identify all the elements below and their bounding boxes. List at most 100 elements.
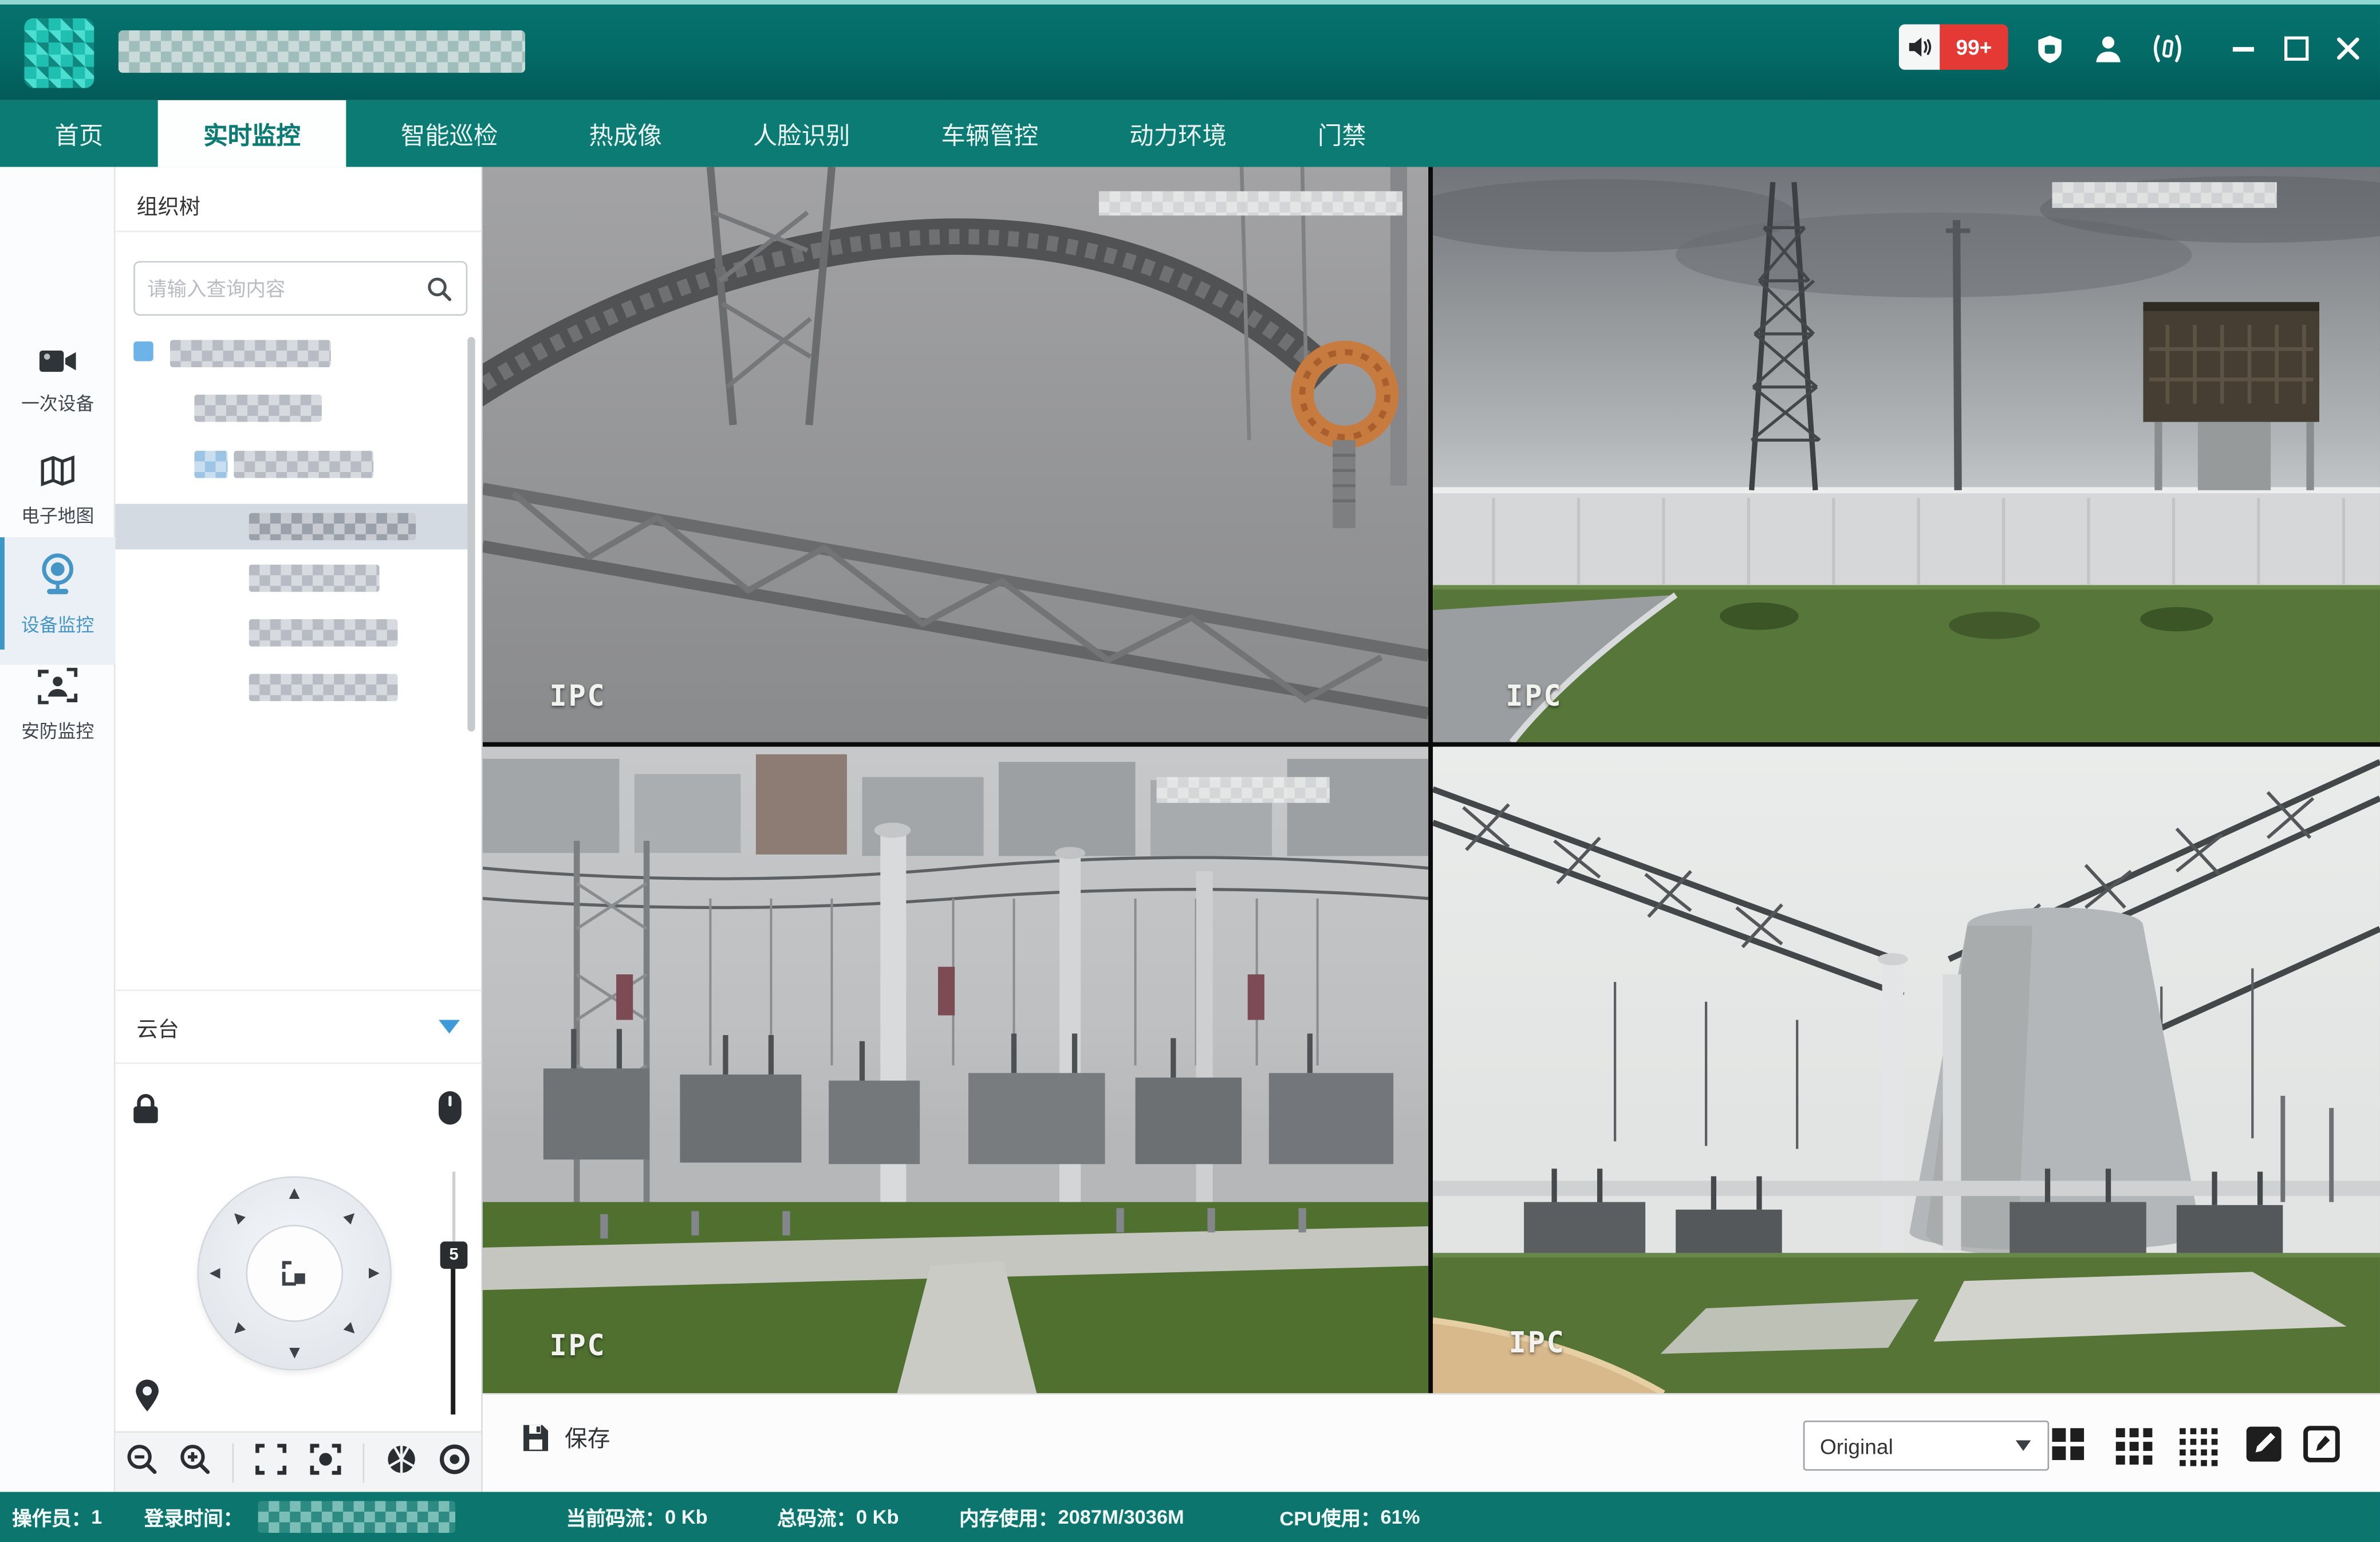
video-footer-toolbar: 保存 Original xyxy=(483,1393,2380,1492)
layout-3x3-button[interactable] xyxy=(2116,1428,2154,1466)
minimize-button[interactable] xyxy=(2228,30,2259,67)
video-camera-icon xyxy=(38,346,77,376)
rail-label: 安防监控 xyxy=(0,718,115,744)
ptz-speed-track-lower[interactable] xyxy=(451,1269,455,1414)
layout-2x2-button[interactable] xyxy=(2052,1428,2085,1461)
active-indicator-bar xyxy=(0,537,5,650)
tab-live-monitoring[interactable]: 实时监控 xyxy=(158,100,346,167)
header-top-strip xyxy=(0,0,2380,5)
rail-label: 一次设备 xyxy=(0,390,115,416)
tree-item[interactable] xyxy=(115,616,470,650)
status-login-time: 登录时间： xyxy=(144,1492,243,1542)
ptz-mouse-icon[interactable] xyxy=(437,1089,463,1134)
tree-label-redacted xyxy=(249,674,398,701)
rail-item-primary-equipment[interactable]: 一次设备 xyxy=(0,337,115,434)
divider xyxy=(115,231,481,233)
user-icon[interactable] xyxy=(2090,30,2127,67)
tab-thermal-imaging[interactable]: 热成像 xyxy=(553,100,698,167)
app-logo xyxy=(24,18,94,88)
video-frame-2 xyxy=(1433,167,2380,742)
webcam-icon xyxy=(38,552,77,597)
tab-home[interactable]: 首页 xyxy=(18,100,140,167)
status-label: 操作员： xyxy=(12,1502,91,1531)
tree-item[interactable] xyxy=(115,561,470,595)
tree-item-root[interactable] xyxy=(115,337,470,370)
rail-label: 设备监控 xyxy=(0,612,115,638)
speaker-icon xyxy=(1899,24,1940,69)
rail-label: 电子地图 xyxy=(0,502,115,528)
stream-scale-dropdown[interactable]: Original xyxy=(1803,1421,2049,1470)
focus-near-icon[interactable] xyxy=(309,1443,341,1483)
rail-item-security-monitoring[interactable]: 安防监控 xyxy=(0,659,115,759)
status-label: 总码流： xyxy=(777,1502,856,1531)
tree-checkbox[interactable] xyxy=(133,341,153,361)
zoom-in-icon[interactable] xyxy=(179,1443,211,1483)
alarm-volume-badge[interactable]: 99+ xyxy=(1899,24,2008,69)
ptz-wheel-center[interactable] xyxy=(246,1225,343,1322)
ptz-speed-track-upper[interactable] xyxy=(452,1171,455,1241)
save-label: 保存 xyxy=(565,1422,610,1454)
tree-label-redacted xyxy=(249,513,416,541)
iris-close-icon[interactable] xyxy=(385,1443,417,1483)
save-button[interactable]: 保存 xyxy=(519,1422,610,1454)
tab-power-environment[interactable]: 动力环境 xyxy=(1093,100,1263,167)
ptz-preset-pin-icon[interactable] xyxy=(133,1378,161,1422)
toolbar-separator xyxy=(233,1443,234,1483)
ptz-speed-handle[interactable]: 5 xyxy=(440,1241,468,1269)
video-tile-2[interactable]: IPC xyxy=(1433,167,2380,742)
fullscreen-button[interactable] xyxy=(2303,1425,2340,1470)
cast-icon[interactable] xyxy=(2149,30,2186,67)
tree-label-redacted xyxy=(194,395,322,422)
tree-item[interactable] xyxy=(115,448,470,481)
ptz-section-title: 云台 xyxy=(137,1014,179,1044)
ptz-collapse-icon[interactable] xyxy=(437,1017,461,1044)
notification-icon[interactable] xyxy=(2031,30,2067,67)
ptz-center-icon xyxy=(281,1260,308,1287)
tab-access-control[interactable]: 门禁 xyxy=(1281,100,1402,167)
video-timestamp-redacted xyxy=(1157,777,1330,803)
search-input[interactable] xyxy=(135,277,427,300)
tab-vehicle-control[interactable]: 车辆管控 xyxy=(905,100,1075,167)
zoom-out-icon[interactable] xyxy=(126,1443,158,1483)
iris-open-icon[interactable] xyxy=(439,1443,471,1483)
video-timestamp-redacted xyxy=(1099,191,1402,215)
video-tile-3[interactable]: IPC xyxy=(483,747,1428,1394)
close-button[interactable] xyxy=(2331,30,2365,67)
tree-item-selected[interactable] xyxy=(115,504,470,549)
focus-far-icon[interactable] xyxy=(255,1443,287,1483)
layout-4x4-button[interactable] xyxy=(2180,1428,2219,1468)
status-value: 61% xyxy=(1381,1505,1420,1528)
ptz-wheel[interactable]: ▲ ▲ ▲ ▲ ▲ ▲ ▲ ▲ xyxy=(198,1176,392,1370)
title-bar: 99+ xyxy=(0,0,2380,100)
video-frame-4 xyxy=(1433,747,2380,1394)
video-tile-1[interactable]: IPC xyxy=(483,167,1428,742)
video-tile-4[interactable]: IPC xyxy=(1433,747,2380,1394)
ptz-speed-value: 5 xyxy=(449,1246,458,1264)
ptz-lock-icon[interactable] xyxy=(131,1093,161,1134)
tree-label-redacted xyxy=(234,451,373,478)
status-value: 0 Kb xyxy=(856,1505,899,1528)
status-label: CPU使用： xyxy=(1279,1502,1380,1531)
tree-icon-redacted xyxy=(194,451,227,478)
status-value: 2087M/3036M xyxy=(1058,1505,1184,1528)
video-frame-1 xyxy=(483,167,1428,742)
main-nav-tabs: 首页 实时监控 智能巡检 热成像 人脸识别 车辆管控 动力环境 门禁 xyxy=(0,100,2380,167)
tree-item[interactable] xyxy=(115,392,470,425)
status-label: 内存使用： xyxy=(959,1502,1058,1531)
toolbar-separator xyxy=(362,1443,364,1483)
search-icon[interactable] xyxy=(427,276,452,301)
annotate-button[interactable] xyxy=(2245,1425,2283,1470)
tree-panel-title: 组织树 xyxy=(137,191,200,222)
video-frame-3 xyxy=(483,747,1428,1394)
app-title-redacted xyxy=(119,30,525,73)
tree-item[interactable] xyxy=(115,671,470,704)
maximize-button[interactable] xyxy=(2282,30,2312,67)
chevron-down-icon xyxy=(2014,1439,2032,1453)
tab-smart-inspection[interactable]: 智能巡检 xyxy=(364,100,534,167)
video-grid: IPC xyxy=(483,167,2380,1393)
tab-face-recognition[interactable]: 人脸识别 xyxy=(716,100,886,167)
rail-item-device-monitoring[interactable]: 设备监控 xyxy=(0,537,115,665)
rail-item-electronic-map[interactable]: 电子地图 xyxy=(0,446,115,544)
tree-label-redacted xyxy=(170,340,331,368)
tree-scrollbar[interactable] xyxy=(467,337,475,731)
